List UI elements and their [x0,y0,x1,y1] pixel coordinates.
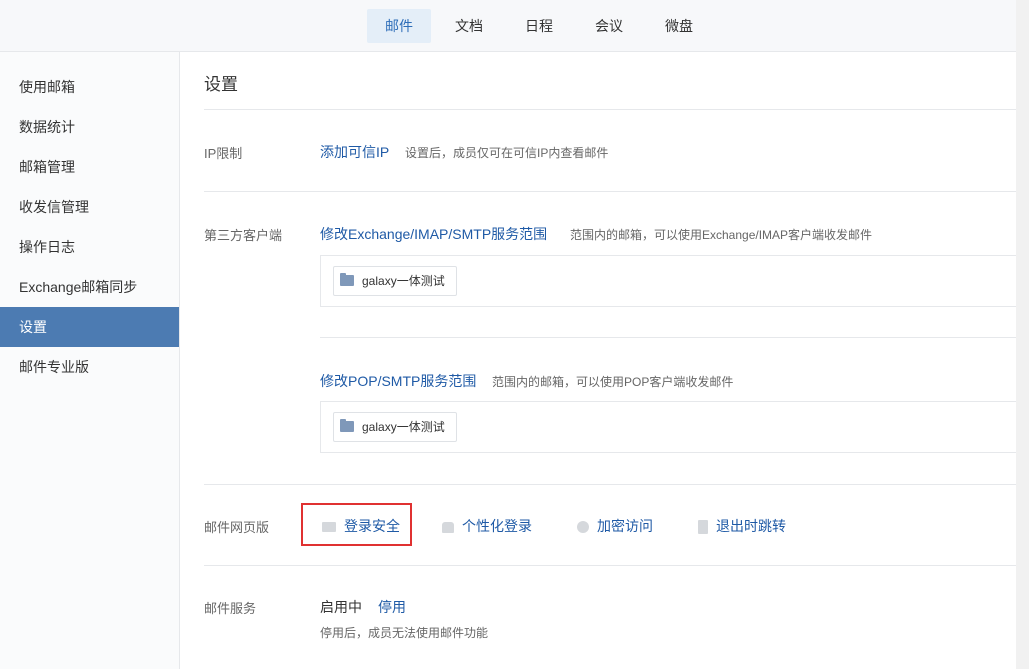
divider [320,337,1016,338]
exchange-scope-chip[interactable]: galaxy一体测试 [333,266,457,296]
service-note: 停用后，成员无法使用邮件功能 [320,626,489,640]
door-icon [698,520,708,535]
modify-pop-scope-link[interactable]: 修改POP/SMTP服务范围 [320,371,476,391]
divider [204,484,1016,485]
divider [204,565,1016,566]
sidebar-item-use-mailbox[interactable]: 使用邮箱 [0,67,179,107]
chip-label: galaxy一体测试 [362,274,445,288]
modify-exchange-scope-link[interactable]: 修改Exchange/IMAP/SMTP服务范围 [320,224,547,244]
folder-icon [340,273,354,286]
ip-limit-label: IP限制 [204,146,243,161]
chip-label: galaxy一体测试 [362,420,445,434]
exchange-scope-box: galaxy一体测试 [320,255,1016,307]
sidebar: 使用邮箱 数据统计 邮箱管理 收发信管理 操作日志 Exchange邮箱同步 设… [0,52,180,669]
sidebar-item-mail-pro[interactable]: 邮件专业版 [0,347,179,387]
divider [204,191,1016,192]
folder-icon [340,419,354,432]
sidebar-item-statistics[interactable]: 数据统计 [0,107,179,147]
web-mail-label: 邮件网页版 [204,520,270,535]
service-status: 启用中 [320,599,362,615]
sidebar-item-exchange-sync[interactable]: Exchange邮箱同步 [0,267,179,307]
sidebar-item-settings[interactable]: 设置 [0,307,179,347]
shirt-icon [442,521,454,533]
top-nav-bar: 邮件 文档 日程 会议 微盘 [0,0,1016,52]
divider [204,109,1016,110]
personalized-login-label: 个性化登录 [462,518,532,534]
logout-redirect-link[interactable]: 退出时跳转 [698,516,786,536]
scrollbar[interactable] [1016,0,1029,669]
pop-scope-box: galaxy一体测试 [320,401,1016,453]
settings-panel: 设置 IP限制 添加可信IP 设置后，成员仅可在可信IP内查看邮件 第三方客户端… [181,52,1016,669]
tab-drive[interactable]: 微盘 [647,9,711,43]
logout-redirect-label: 退出时跳转 [716,518,786,534]
ip-limit-desc: 设置后，成员仅可在可信IP内查看邮件 [405,146,609,160]
personalized-login-link[interactable]: 个性化登录 [442,516,532,536]
tab-meeting[interactable]: 会议 [577,9,641,43]
pop-scope-chip[interactable]: galaxy一体测试 [333,412,457,442]
third-party-client-label: 第三方客户端 [204,228,283,243]
disable-service-link[interactable]: 停用 [378,597,406,617]
pop-scope-desc: 范围内的邮箱，可以使用POP客户端收发邮件 [492,375,734,389]
encrypted-access-label: 加密访问 [597,518,653,534]
sidebar-item-mailbox-management[interactable]: 邮箱管理 [0,147,179,187]
sidebar-item-operation-log[interactable]: 操作日志 [0,227,179,267]
sidebar-item-send-receive-management[interactable]: 收发信管理 [0,187,179,227]
exchange-scope-desc: 范围内的邮箱，可以使用Exchange/IMAP客户端收发邮件 [570,228,873,242]
add-trusted-ip-link[interactable]: 添加可信IP [320,142,389,162]
mail-service-label: 邮件服务 [204,601,257,616]
tab-docs[interactable]: 文档 [437,9,501,43]
encrypted-access-link[interactable]: 加密访问 [577,516,653,536]
shield-icon [577,521,589,534]
highlight-box [301,503,412,546]
tab-mail[interactable]: 邮件 [367,9,431,43]
page-title: 设置 [204,75,238,94]
tab-calendar[interactable]: 日程 [507,9,571,43]
